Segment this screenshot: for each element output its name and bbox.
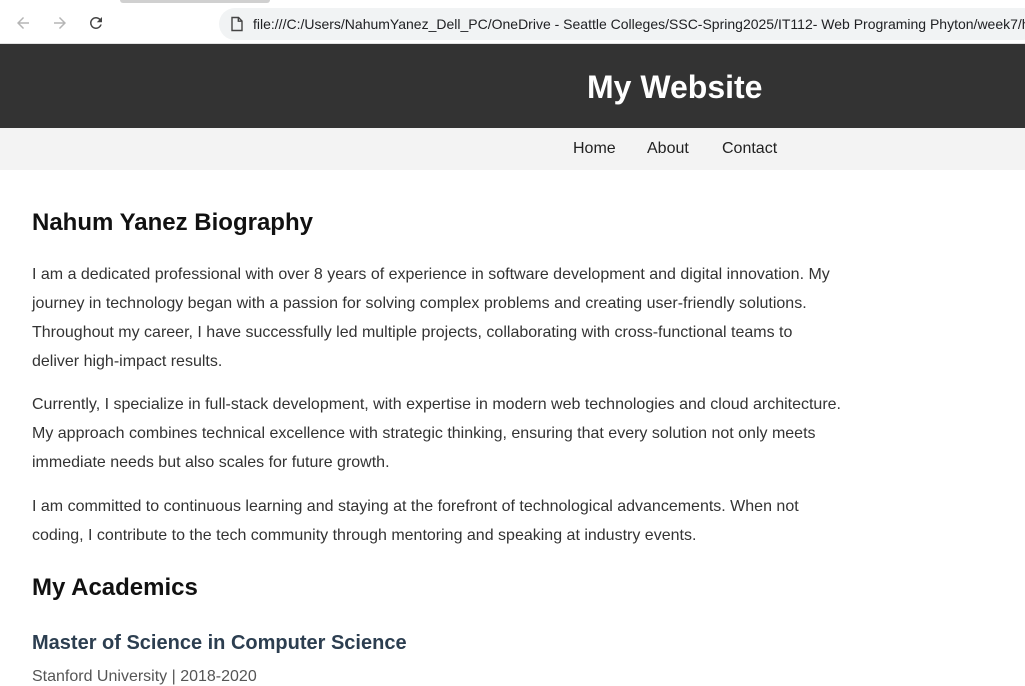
site-title: My Website <box>587 69 763 105</box>
nav-link-about[interactable]: About <box>647 140 689 158</box>
address-bar[interactable]: file:///C:/Users/NahumYanez_Dell_PC/OneD… <box>219 8 1025 40</box>
active-tab-indicator <box>120 0 270 3</box>
file-icon <box>231 16 243 32</box>
reload-icon <box>89 16 102 29</box>
forward-button[interactable] <box>47 10 73 36</box>
site-nav: Home About Contact <box>0 128 1025 170</box>
degree-title: Master of Science in Computer Science <box>32 632 407 654</box>
degree-meta: Stanford University | 2018-2020 <box>32 668 257 685</box>
bio-paragraph-2: Currently, I specialize in full-stack de… <box>32 396 841 471</box>
academics-heading: My Academics <box>32 574 198 601</box>
arrow-left-icon <box>17 17 29 29</box>
biography-heading: Nahum Yanez Biography <box>32 209 313 236</box>
browser-toolbar: file:///C:/Users/NahumYanez_Dell_PC/OneD… <box>0 0 1025 44</box>
nav-link-contact[interactable]: Contact <box>722 140 777 158</box>
bio-paragraph-1: I am a dedicated professional with over … <box>32 266 830 370</box>
nav-link-home[interactable]: Home <box>573 140 616 158</box>
bio-paragraph-3: I am committed to continuous learning an… <box>32 498 799 544</box>
reload-button[interactable] <box>83 10 109 36</box>
arrow-right-icon <box>54 17 66 29</box>
site-header: My Website <box>0 44 1025 128</box>
url-text[interactable]: file:///C:/Users/NahumYanez_Dell_PC/OneD… <box>253 16 1025 32</box>
back-button[interactable] <box>10 10 36 36</box>
